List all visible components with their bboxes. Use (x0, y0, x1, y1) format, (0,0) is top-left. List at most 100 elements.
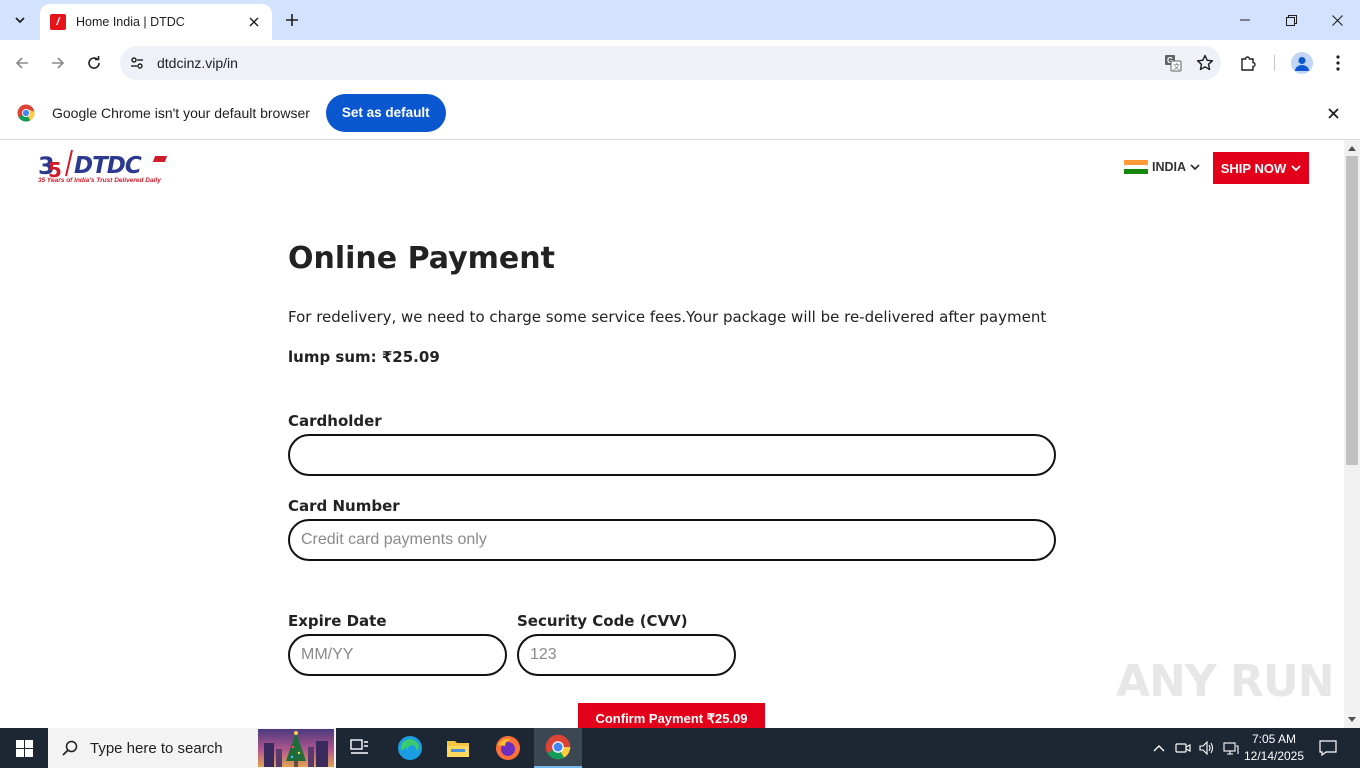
search-highlight-image (258, 729, 334, 767)
tab-strip: / Home India | DTDC (0, 0, 1360, 40)
translate-button[interactable]: G文 (1157, 47, 1189, 79)
taskbar-clock[interactable]: 7:05 AM 12/14/2025 (1240, 731, 1308, 765)
taskbar-edge[interactable] (386, 728, 434, 768)
windows-logo-icon (15, 739, 33, 757)
tray-meet-now[interactable] (1173, 738, 1193, 758)
svg-text:5: 5 (48, 158, 62, 178)
avatar (1291, 52, 1313, 74)
tray-volume[interactable] (1197, 738, 1217, 758)
confirm-payment-button[interactable]: Confirm Payment ₹25.09 (578, 703, 765, 728)
menu-button[interactable] (1322, 47, 1354, 79)
address-bar[interactable]: dtdcinz.vip/in G文 (120, 46, 1221, 80)
back-button[interactable] (6, 47, 38, 79)
tray-network[interactable] (1221, 738, 1241, 758)
site-info-button[interactable] (122, 48, 152, 78)
anyrun-watermark: ANY RUN (1116, 656, 1334, 707)
cvv-input[interactable] (517, 634, 736, 676)
taskbar-chrome[interactable] (534, 728, 582, 768)
reload-button[interactable] (78, 47, 110, 79)
taskbar-firefox[interactable] (484, 728, 532, 768)
puzzle-icon (1241, 56, 1256, 71)
windows-taskbar: Type here to search 7:05 AM 12/14/2025 (0, 728, 1360, 768)
india-flag-icon (1124, 160, 1148, 175)
tab-close-button[interactable] (246, 14, 262, 30)
taskbar-search[interactable]: Type here to search (48, 728, 336, 768)
restore-button[interactable] (1268, 0, 1314, 40)
close-window-button[interactable] (1314, 0, 1360, 40)
taskbar-file-explorer[interactable] (434, 728, 482, 768)
star-icon (1196, 54, 1214, 71)
infobar-message: Google Chrome isn't your default browser (52, 104, 310, 121)
arrow-right-icon (52, 57, 65, 69)
notification-icon (1319, 740, 1337, 756)
minimize-button[interactable] (1222, 0, 1268, 40)
dtdc-logo-mark: 3 5 DTDC (38, 149, 168, 182)
arrow-up-icon (1348, 146, 1356, 151)
task-view-icon (350, 739, 368, 754)
new-tab-button[interactable] (280, 8, 304, 32)
more-vert-icon (1336, 55, 1340, 71)
reload-icon (88, 56, 100, 69)
christmas-tree-icon (264, 731, 328, 767)
page-scrollbar[interactable] (1344, 140, 1360, 728)
url-text[interactable]: dtdcinz.vip/in (157, 55, 1157, 71)
firefox-icon (496, 736, 520, 760)
browser-toolbar: dtdcinz.vip/in G文 (0, 40, 1360, 86)
payment-description: For redelivery, we need to charge some s… (288, 308, 1047, 326)
ship-now-button[interactable]: SHIP NOW (1213, 152, 1309, 184)
search-placeholder: Type here to search (90, 739, 223, 757)
ship-now-label: SHIP NOW (1220, 160, 1287, 176)
logo-tagline: 35 Years of India's Trust Delivered Dail… (38, 177, 161, 184)
tab-title: Home India | DTDC (76, 15, 185, 29)
svg-text:文: 文 (1173, 62, 1180, 71)
close-icon (1327, 107, 1339, 119)
chrome-icon (545, 734, 571, 760)
card-number-input[interactable] (288, 519, 1056, 561)
scroll-thumb[interactable] (1346, 156, 1358, 465)
person-icon (1295, 57, 1309, 71)
chevron-down-icon (1190, 164, 1200, 171)
page-viewport: 3 5 DTDC 35 Years of India's Trust Deliv… (0, 140, 1344, 728)
forward-button[interactable] (42, 47, 74, 79)
chevron-down-icon (1291, 165, 1301, 172)
dtdc-logo[interactable]: 3 5 DTDC 35 Years of India's Trust Deliv… (38, 148, 172, 188)
card-number-label: Card Number (288, 497, 400, 515)
translate-icon: G文 (1165, 55, 1182, 72)
profile-button[interactable] (1286, 47, 1318, 79)
arrow-down-icon (1348, 717, 1356, 722)
cvv-label: Security Code (CVV) (517, 612, 688, 630)
scroll-up-button[interactable] (1344, 140, 1360, 156)
extensions-button[interactable] (1232, 47, 1264, 79)
tune-icon (131, 57, 143, 69)
expire-date-label: Expire Date (288, 612, 387, 630)
browser-tab[interactable]: / Home India | DTDC (40, 4, 272, 40)
task-view-button[interactable] (336, 728, 384, 768)
set-as-default-button[interactable]: Set as default (325, 93, 446, 132)
svg-text:DTDC: DTDC (74, 153, 142, 178)
camera-icon (1175, 743, 1191, 753)
country-label: INDIA (1152, 160, 1187, 174)
speaker-icon (1199, 741, 1214, 755)
chevron-down-icon (15, 17, 25, 24)
bookmark-button[interactable] (1189, 47, 1221, 79)
tray-overflow-button[interactable] (1149, 738, 1169, 758)
start-button[interactable] (0, 728, 48, 768)
toolbar-divider (1274, 55, 1275, 71)
page-title: Online Payment (288, 241, 555, 276)
plus-icon (286, 14, 298, 26)
notification-center-button[interactable] (1318, 738, 1338, 758)
infobar-close-button[interactable] (1322, 102, 1344, 124)
tab-search-button[interactable] (6, 6, 34, 34)
close-icon (249, 17, 259, 27)
minimize-icon (1240, 19, 1250, 21)
edge-icon (398, 736, 422, 760)
restore-icon (1285, 14, 1297, 26)
expire-date-input[interactable] (288, 634, 507, 676)
scroll-down-button[interactable] (1344, 712, 1360, 728)
search-icon (62, 740, 78, 756)
cardholder-input[interactable] (288, 434, 1056, 476)
clock-time: 7:05 AM (1251, 732, 1297, 746)
country-selector[interactable]: INDIA (1124, 160, 1200, 175)
payment-amount: lump sum: ₹25.09 (288, 348, 440, 366)
close-icon (1331, 14, 1343, 26)
